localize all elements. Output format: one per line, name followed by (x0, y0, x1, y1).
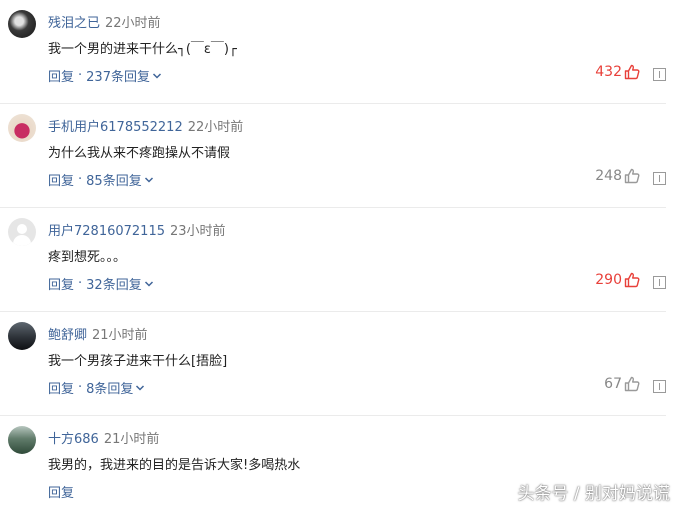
comment-text: 我一个男孩子进来干什么[捂脸] (48, 354, 228, 369)
chevron-down-icon[interactable] (144, 279, 154, 289)
username[interactable]: 手机用户6178552212 (48, 120, 183, 135)
comment-item: 鲍舒卿 21小时前 我一个男孩子进来干什么[捂脸] 回复 · 8条回复 67 (0, 312, 680, 416)
view-replies-button[interactable]: 32条回复 (86, 274, 142, 293)
report-icon[interactable] (653, 68, 666, 81)
like-button[interactable]: 290 (595, 272, 640, 288)
chevron-down-icon[interactable] (144, 175, 154, 185)
thumbs-up-icon (624, 272, 640, 288)
like-count: 290 (595, 272, 622, 288)
like-button[interactable]: 67 (604, 376, 640, 392)
comment-text: 疼到想死。。。 (48, 250, 127, 265)
report-icon[interactable] (653, 380, 666, 393)
timestamp: 23小时前 (169, 224, 226, 239)
like-button[interactable]: 248 (595, 168, 640, 184)
chevron-down-icon[interactable] (152, 71, 162, 81)
comment-item: 用户72816072115 23小时前 疼到想死。。。 回复 · 32条回复 29… (0, 208, 680, 312)
separator: · (78, 172, 83, 187)
view-replies-button[interactable]: 8条回复 (86, 378, 133, 397)
watermark: 头条号 / 别对妈说谎 (517, 484, 670, 504)
reply-button[interactable]: 回复 (48, 66, 74, 85)
comment-text: 为什么我从来不疼跑操从不请假 (48, 146, 231, 161)
reply-button[interactable]: 回复 (48, 378, 74, 397)
comment-item: 十方686 21小时前 我男的，我进来的目的是告诉大家!多喝热水 回复 (0, 416, 680, 520)
timestamp: 22小时前 (187, 120, 244, 135)
view-replies-button[interactable]: 85条回复 (86, 170, 142, 189)
avatar[interactable] (8, 10, 36, 38)
comment-item: 手机用户6178552212 22小时前 为什么我从来不疼跑操从不请假 回复 · … (0, 104, 680, 208)
comment-text: 我男的，我进来的目的是告诉大家!多喝热水 (48, 458, 301, 473)
like-button[interactable]: 432 (595, 64, 640, 80)
reply-button[interactable]: 回复 (48, 274, 74, 293)
timestamp: 21小时前 (103, 432, 160, 447)
avatar[interactable] (8, 322, 36, 350)
separator: · (78, 380, 83, 395)
report-icon[interactable] (653, 172, 666, 185)
comment-text: 我一个男的进来干什么┐(￣ε￣)┌ (48, 42, 237, 57)
avatar[interactable] (8, 218, 36, 246)
reply-button[interactable]: 回复 (48, 170, 74, 189)
thumbs-up-icon (624, 168, 640, 184)
reply-button[interactable]: 回复 (48, 482, 74, 501)
timestamp: 22小时前 (105, 16, 161, 31)
username[interactable]: 鲍舒卿 (48, 328, 87, 343)
like-count: 432 (595, 64, 622, 80)
separator: · (78, 276, 83, 291)
username[interactable]: 十方686 (48, 432, 99, 447)
like-count: 248 (595, 168, 622, 184)
comment-item: 残泪之已 22小时前 我一个男的进来干什么┐(￣ε￣)┌ 回复 · 237条回复 … (0, 0, 680, 104)
like-count: 67 (604, 376, 622, 392)
username[interactable]: 用户72816072115 (48, 224, 165, 239)
view-replies-button[interactable]: 237条回复 (86, 66, 150, 85)
avatar[interactable] (8, 426, 36, 454)
report-icon[interactable] (653, 276, 666, 289)
username[interactable]: 残泪之已 (48, 16, 100, 31)
thumbs-up-icon (624, 64, 640, 80)
chevron-down-icon[interactable] (135, 383, 145, 393)
avatar[interactable] (8, 114, 36, 142)
timestamp: 21小时前 (92, 328, 148, 343)
thumbs-up-icon (624, 376, 640, 392)
separator: · (78, 68, 83, 83)
